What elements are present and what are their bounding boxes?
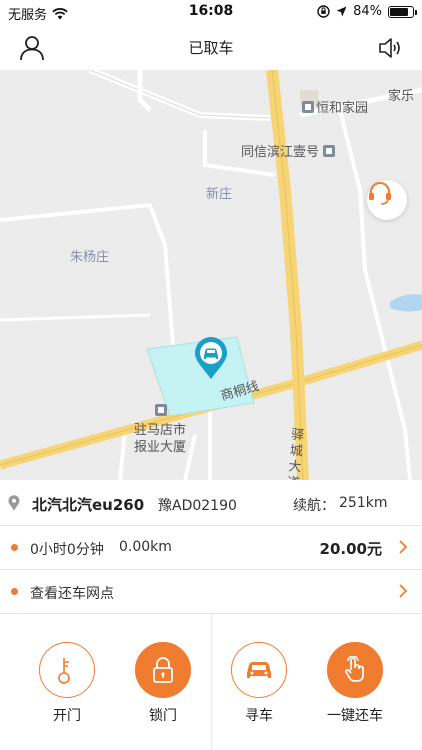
one-click-return-label: 一键还车: [327, 708, 383, 724]
find-car-label: 寻车: [245, 708, 273, 724]
bullet-dot: [11, 544, 18, 551]
map-roads: [0, 70, 422, 480]
building-icon: [323, 145, 336, 157]
vehicle-name: 北汽北汽eu260: [32, 496, 145, 514]
status-right: 84%: [317, 4, 417, 19]
car-location-pin-icon[interactable]: [193, 336, 229, 380]
unlock-door-circle: [39, 642, 95, 698]
lock-door-label: 锁门: [149, 708, 177, 724]
chevron-right-icon: [399, 540, 408, 554]
map-label-henghe: 恒和家园: [302, 97, 368, 116]
location-pin-icon: [8, 495, 20, 511]
location-arrow-icon: [336, 6, 347, 17]
customer-service-button[interactable]: [367, 180, 407, 220]
one-click-return-button[interactable]: 一键还车: [315, 642, 395, 725]
key-icon: [58, 658, 70, 684]
return-point-label: 查看还车网点: [30, 586, 114, 602]
find-car-circle: [231, 642, 287, 698]
lock-icon: [153, 657, 173, 683]
nav-bar: 已取车: [0, 24, 422, 70]
map-label-tongxin: 同信滨江壹号: [241, 141, 337, 160]
range-value: 251km: [339, 495, 388, 511]
trip-fee: 20.00元: [319, 540, 382, 558]
battery-icon: [388, 5, 417, 18]
building-icon: [155, 404, 167, 416]
status-bar: 无服务 16:08 84%: [0, 0, 422, 24]
building-icon: [302, 101, 314, 113]
divider: [211, 614, 212, 750]
lock-door-circle: [135, 642, 191, 698]
orientation-lock-icon: [317, 5, 330, 18]
headset-icon: [369, 182, 391, 205]
lock-door-button[interactable]: 锁门: [123, 642, 203, 725]
find-car-button[interactable]: 寻车: [219, 642, 299, 725]
chevron-right-icon: [399, 584, 408, 598]
trip-distance: 0.00km: [119, 539, 172, 555]
return-point-row[interactable]: 查看还车网点: [0, 570, 422, 614]
map-label-zhuyang: 朱杨庄: [70, 250, 110, 265]
map-label-xinzhuang: 新庄: [206, 187, 233, 202]
battery-percent: 84%: [353, 4, 382, 19]
bullet-dot: [11, 588, 18, 595]
page-title: 已取车: [188, 39, 234, 57]
map-label-newspaper-2: 报业大厦: [134, 440, 187, 455]
map-view[interactable]: 家乐 恒和家园 同信滨江壹号 新庄 朱杨庄 商桐线 驿城大道 驻马店市 报业大厦: [0, 70, 422, 480]
battery-level: [390, 7, 409, 16]
map-label-henghe-text: 恒和家园: [316, 101, 369, 116]
vehicle-info-row: 北汽北汽eu260 豫AD02190 续航： 251km: [0, 480, 422, 526]
unlock-door-label: 开门: [53, 708, 81, 724]
trip-fee-row[interactable]: 0小时0分钟 0.00km 20.00元: [0, 526, 422, 570]
trip-duration: 0小时0分钟: [30, 542, 104, 558]
range-label: 续航：: [293, 498, 335, 514]
action-bar: 开门 锁门 寻车 一键还车: [0, 614, 422, 750]
vehicle-plate: 豫AD02190: [158, 498, 237, 514]
map-label-tongxin-text: 同信滨江壹号: [241, 145, 320, 160]
car-icon: [247, 662, 271, 678]
speaker-icon[interactable]: [378, 36, 404, 60]
hand-tap-icon: [345, 656, 364, 682]
one-click-return-circle: [327, 642, 383, 698]
map-label-jiale: 家乐: [388, 89, 415, 104]
unlock-door-button[interactable]: 开门: [27, 642, 107, 725]
